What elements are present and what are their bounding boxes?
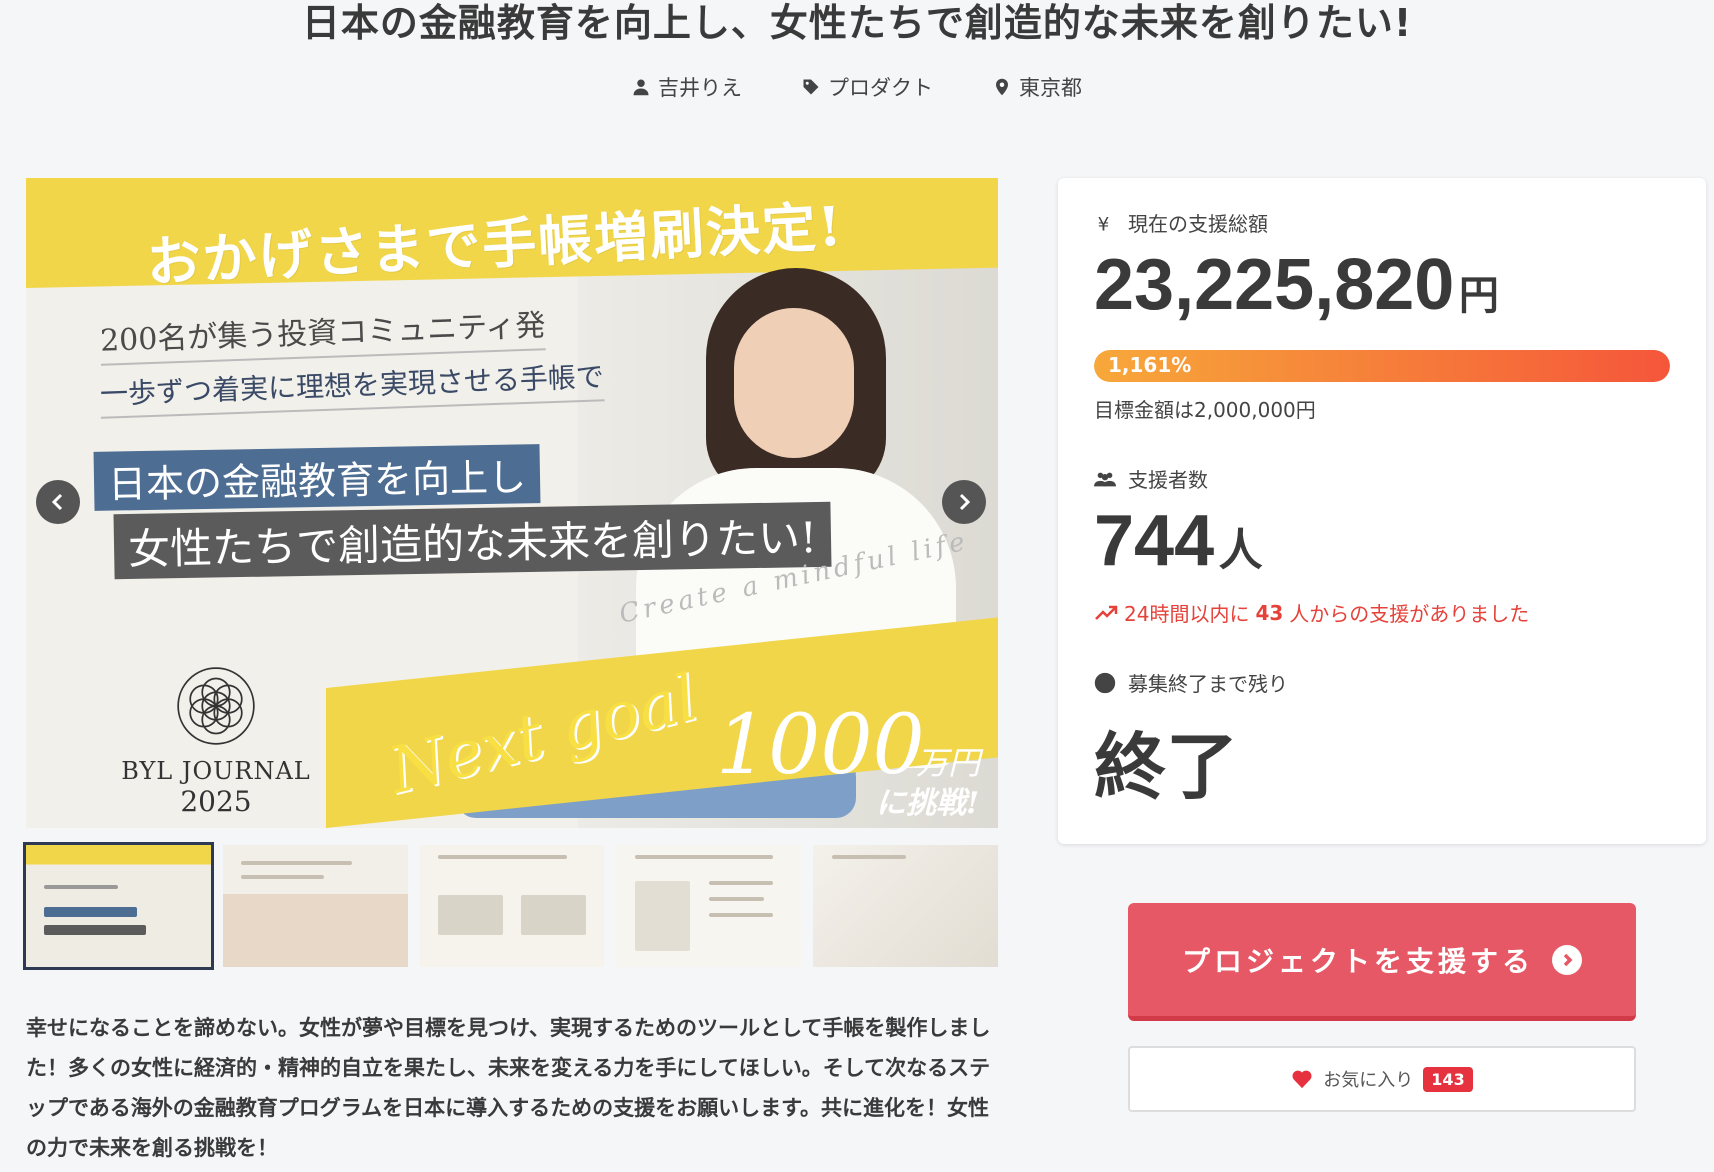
target-amount: 目標金額は2,000,000円 bbox=[1094, 398, 1316, 422]
svg-text:¥: ¥ bbox=[1098, 214, 1110, 234]
favorite-label: お気に入り bbox=[1323, 1070, 1414, 1091]
flower-of-life-icon bbox=[177, 667, 255, 745]
hero-subtitle-1: 200名が集う投資コミュニティ発 bbox=[99, 300, 547, 366]
supporters-row: 744 人 bbox=[1094, 500, 1263, 582]
arrow-right-circle-icon bbox=[1552, 944, 1582, 975]
users-icon bbox=[1094, 472, 1116, 486]
project-description: 幸せになることを諦めない。女性が夢や目標を見つけ、実現するためのツールとして手帳… bbox=[26, 1016, 991, 1160]
yen-icon: ¥ bbox=[1098, 214, 1110, 234]
supporters-label-row: 支援者数 bbox=[1094, 464, 1208, 493]
favorite-count: 143 bbox=[1423, 1066, 1473, 1092]
support-project-button[interactable]: プロジェクトを支援する bbox=[1128, 903, 1636, 1021]
thumbnail-5[interactable] bbox=[813, 845, 998, 967]
trending-up-icon bbox=[1095, 605, 1118, 620]
project-meta: 吉井りえ プロダクト 東京都 bbox=[0, 72, 1714, 102]
byl-journal-logo: BYL JOURNAL 2025 bbox=[106, 663, 326, 818]
remaining-label: 募集終了まで残り bbox=[1128, 672, 1288, 696]
thumbnail-2[interactable] bbox=[222, 845, 408, 967]
category-link[interactable]: プロダクト bbox=[802, 72, 933, 102]
clock-icon bbox=[1094, 672, 1116, 693]
category-name: プロダクト bbox=[828, 76, 933, 100]
logo-name: BYL JOURNAL bbox=[121, 757, 311, 785]
favorite-button[interactable]: お気に入り 143 bbox=[1128, 1046, 1636, 1112]
hero-subtitle-2: 一歩ずつ着実に理想を実現させる手帳で bbox=[99, 355, 605, 419]
hero-headline-1: 日本の金融教育を向上し bbox=[93, 444, 541, 511]
progress-bar: 1,161% bbox=[1094, 350, 1670, 382]
chevron-left-icon bbox=[51, 493, 63, 511]
hero-goal-challenge: に挑戦! bbox=[876, 786, 980, 821]
thumbnail-1[interactable] bbox=[23, 842, 214, 970]
progress-percent: 1,161% bbox=[1108, 353, 1192, 377]
location-name: 東京都 bbox=[1019, 76, 1082, 100]
heart-icon bbox=[1292, 1070, 1312, 1089]
total-amount-row: 23,225,820 円 bbox=[1094, 244, 1499, 326]
carousel-next-button[interactable] bbox=[942, 480, 986, 524]
recent-support-info: 24時間以内に 43 人からの支援がありました bbox=[1094, 598, 1529, 627]
recent-count: 43 bbox=[1255, 600, 1284, 625]
thumbnail-3[interactable] bbox=[419, 845, 605, 967]
supporters-label: 支援者数 bbox=[1128, 468, 1208, 492]
total-label: 現在の支援総額 bbox=[1128, 212, 1268, 236]
owner-link[interactable]: 吉井りえ bbox=[632, 72, 742, 102]
funding-panel: ¥ 現在の支援総額 23,225,820 円 1,161% 目標金額は2,000… bbox=[1058, 178, 1706, 844]
total-amount: 23,225,820 bbox=[1094, 245, 1455, 325]
project-title: 日本の金融教育を向上し、女性たちで創造的な未来を創りたい! bbox=[301, 1, 1413, 45]
recent-prefix: 24時間以内に bbox=[1124, 602, 1250, 626]
owner-name: 吉井りえ bbox=[658, 76, 742, 100]
hero-image: おかげさまで手帳増刷決定! 200名が集う投資コミュニティ発 一歩ずつ着実に理想… bbox=[26, 178, 998, 828]
support-button-label: プロジェクトを支援する bbox=[1181, 944, 1534, 978]
thumbnail-4[interactable] bbox=[616, 845, 802, 967]
tag-icon bbox=[803, 79, 819, 95]
remaining-value: 終了 bbox=[1094, 728, 1239, 808]
recent-suffix: 人からの支援がありました bbox=[1289, 602, 1530, 626]
supporters-count: 744 bbox=[1094, 501, 1215, 581]
chevron-right-icon bbox=[959, 493, 971, 511]
location-pin-icon bbox=[996, 78, 1008, 96]
logo-year: 2025 bbox=[180, 785, 252, 818]
carousel-prev-button[interactable] bbox=[36, 480, 80, 524]
total-label-row: ¥ 現在の支援総額 bbox=[1094, 208, 1268, 237]
thumbnail-strip bbox=[23, 842, 998, 970]
hero-headline-2: 女性たちで創造的な未来を創りたい! bbox=[113, 501, 832, 580]
remaining-label-row: 募集終了まで残り bbox=[1094, 668, 1288, 697]
supporters-unit: 人 bbox=[1218, 526, 1263, 575]
total-unit: 円 bbox=[1458, 274, 1499, 318]
location-link[interactable]: 東京都 bbox=[993, 72, 1082, 102]
user-icon bbox=[633, 79, 649, 96]
